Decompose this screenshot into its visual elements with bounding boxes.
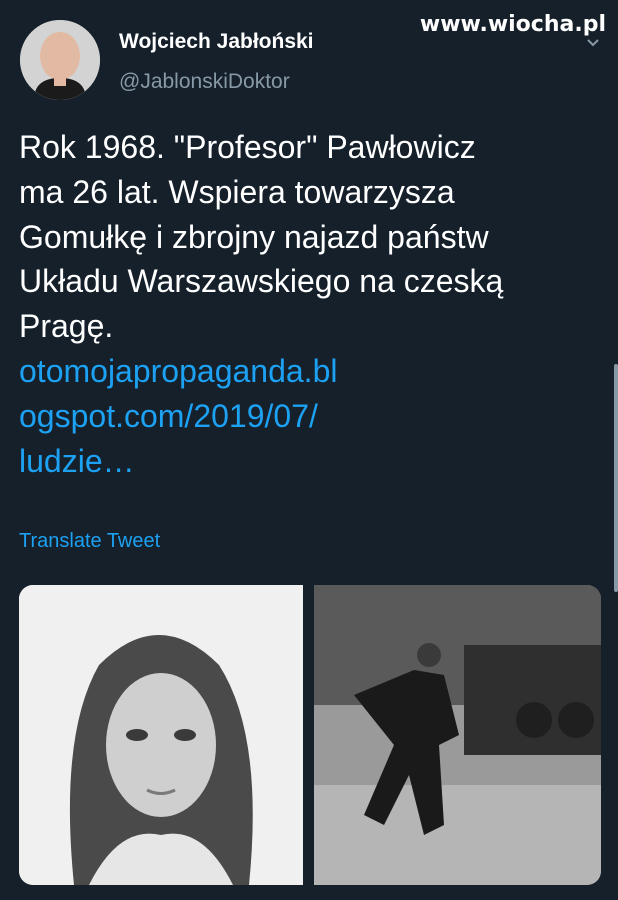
street-protest-photo-image bbox=[314, 585, 601, 885]
author-avatar[interactable] bbox=[20, 20, 100, 100]
portrait-photo-image bbox=[19, 585, 303, 885]
chevron-down-icon[interactable] bbox=[586, 36, 600, 50]
street-protest-photo[interactable] bbox=[314, 585, 601, 885]
translate-tweet-link[interactable]: Translate Tweet bbox=[19, 530, 160, 553]
scrollbar[interactable] bbox=[614, 364, 618, 592]
watermark: www.wiocha.pl bbox=[419, 12, 606, 37]
tweet-body: Rok 1968. "Profesor" Pawłowicz ma 26 lat… bbox=[19, 125, 599, 483]
portrait-photo[interactable] bbox=[19, 585, 303, 885]
author-display-name[interactable]: Wojciech Jabłoński bbox=[119, 30, 314, 54]
author-handle[interactable]: @JablonskiDoktor bbox=[119, 70, 290, 94]
avatar-image bbox=[20, 20, 100, 100]
tweet-link[interactable]: otomojapropaganda.bl ogspot.com/2019/07/… bbox=[19, 353, 337, 479]
media-divider bbox=[303, 585, 314, 885]
tweet-media[interactable] bbox=[19, 585, 601, 885]
tweet-text: Rok 1968. "Profesor" Pawłowicz ma 26 lat… bbox=[19, 129, 504, 345]
